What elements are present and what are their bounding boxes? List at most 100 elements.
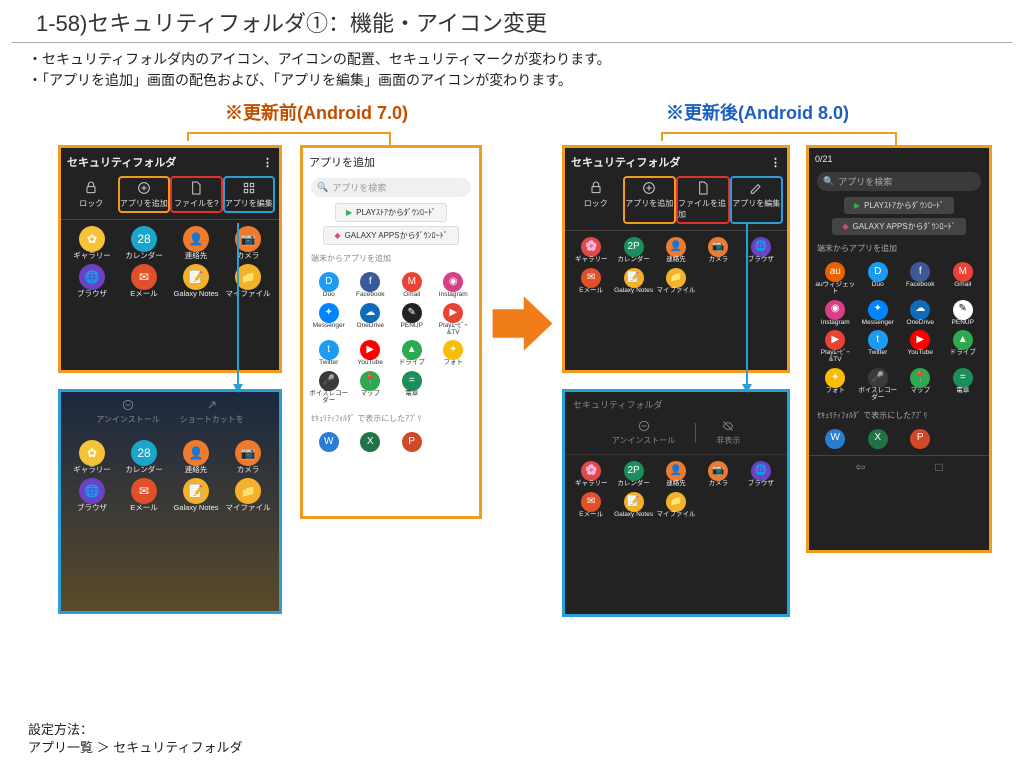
app-icon[interactable]: 📷 カメラ (698, 461, 738, 488)
app-icon[interactable]: = 電卓 (943, 368, 984, 402)
app-icon[interactable]: ✎ PENUP (392, 303, 432, 337)
nav-back-icon[interactable]: ⇦ (855, 460, 865, 474)
search-input[interactable]: 🔍アプリを検索 (817, 172, 981, 191)
counter: 0/21 (809, 148, 989, 168)
lock-button[interactable]: ロック (569, 176, 623, 224)
app-icon[interactable]: ✎ PENUP (943, 300, 984, 327)
app-icon[interactable]: ✦ Messenger (309, 303, 349, 337)
edit-app-button[interactable]: アプリを編集 (223, 176, 276, 213)
hide-button[interactable]: 非表示 (716, 419, 740, 446)
app-icon[interactable]: M Gmail (943, 262, 984, 296)
app-icon[interactable]: ▶ Playﾑｰﾋﾞｰ&TV (815, 330, 856, 364)
add-app-button[interactable]: アプリを追加 (118, 176, 171, 213)
app-icon[interactable]: ✿ ギャラリー (67, 226, 117, 260)
app-icon[interactable]: ✦ フォト (434, 340, 474, 367)
app-icon[interactable]: W (815, 429, 856, 449)
add-app-button[interactable]: アプリを追加 (623, 176, 677, 224)
app-icon[interactable]: ✉ Eメール (571, 268, 611, 295)
app-icon[interactable]: ▲ ドライブ (392, 340, 432, 367)
app-icon[interactable]: = 電卓 (392, 371, 432, 405)
app-icon[interactable]: P (392, 432, 432, 452)
add-file-button[interactable]: ファイルを? (170, 176, 223, 213)
app-icon[interactable]: 📷 カメラ (223, 440, 273, 474)
app-icon[interactable]: t Twitter (309, 340, 349, 367)
app-icon[interactable]: ◉ Instagram (434, 272, 474, 299)
app-label: ボイスレコーダー (858, 388, 899, 402)
app-icon[interactable]: ◉ Instagram (815, 300, 856, 327)
app-icon[interactable]: 📷 カメラ (223, 226, 273, 260)
uninstall-button[interactable]: アンインストール (96, 398, 160, 425)
app-icon[interactable]: 🌐 ブラウザ (67, 478, 117, 512)
menu-icon[interactable]: ⋮ (770, 156, 781, 169)
app-icon[interactable]: au auウィジェット (815, 262, 856, 296)
lock-button[interactable]: ロック (65, 176, 118, 213)
app-icon[interactable]: ▶ YouTube (351, 340, 391, 367)
app-icon[interactable]: 🌐 ブラウザ (67, 264, 117, 298)
app-icon[interactable]: 📝 Galaxy Notes (171, 478, 221, 512)
app-icon[interactable]: ▲ ドライブ (943, 330, 984, 364)
app-icon[interactable]: 📝 Galaxy Notes (613, 492, 653, 519)
app-icon[interactable]: 🌸 ギャラリー (571, 461, 611, 488)
app-icon[interactable]: ▶ YouTube (900, 330, 941, 364)
add-app-grid: D Duo f Facebook M Gmail ◉ Instagram ✦ M… (303, 266, 479, 411)
app-icon[interactable]: 🎤 ボイスレコーダー (309, 371, 349, 405)
app-icon[interactable]: 📁 マイファイル (223, 478, 273, 512)
app-icon[interactable]: 📷 カメラ (698, 237, 738, 264)
app-icon[interactable]: ✦ Messenger (858, 300, 899, 327)
app-icon[interactable]: ✉ Eメール (571, 492, 611, 519)
app-icon[interactable]: X (351, 432, 391, 452)
app-label: マップ (361, 391, 381, 398)
app-icon[interactable]: 🌐 ブラウザ (741, 461, 781, 488)
app-icon[interactable]: D Duo (858, 262, 899, 296)
search-input[interactable]: 🔍アプリを検索 (311, 178, 471, 197)
before-apps-grid: ✿ ギャラリー 28 カレンダー 👤 連絡先 📷 カメラ 🌐 ブラウザ ✉ Eメ… (61, 220, 279, 304)
app-icon[interactable]: ☁ OneDrive (351, 303, 391, 337)
add-file-button[interactable]: ファイルを追加 (676, 176, 730, 224)
app-icon[interactable]: 🌐 ブラウザ (741, 237, 781, 264)
app-icon[interactable]: ✉ Eメール (119, 264, 169, 298)
app-icon[interactable]: 📍 マップ (900, 368, 941, 402)
app-icon[interactable]: 28 カレンダー (119, 226, 169, 260)
app-icon[interactable]: 2P カレンダー (613, 237, 653, 264)
app-icon[interactable]: 🌸 ギャラリー (571, 237, 611, 264)
app-icon[interactable]: ▶ Playﾑｰﾋﾞｰ&TV (434, 303, 474, 337)
app-icon[interactable]: D Duo (309, 272, 349, 299)
app-icon[interactable]: 📁 マイファイル (656, 492, 696, 519)
shortcut-button[interactable]: ショートカットを (180, 398, 244, 425)
app-label: Galaxy Notes (614, 512, 653, 519)
app-icon[interactable]: 📁 マイファイル (656, 268, 696, 295)
app-icon[interactable]: 👤 連絡先 (171, 440, 221, 474)
app-label: Galaxy Notes (173, 504, 218, 512)
app-icon[interactable]: 📍 マップ (351, 371, 391, 405)
footer-line-1: 設定方法： (28, 721, 242, 739)
app-icon[interactable]: ☁ OneDrive (900, 300, 941, 327)
app-icon[interactable]: X (858, 429, 899, 449)
app-icon[interactable]: t Twitter (858, 330, 899, 364)
app-icon[interactable]: M Gmail (392, 272, 432, 299)
app-icon[interactable]: 2P カレンダー (613, 461, 653, 488)
app-icon[interactable]: 📁 マイファイル (223, 264, 273, 298)
app-icon[interactable]: ✦ フォト (815, 368, 856, 402)
app-icon[interactable]: 📝 Galaxy Notes (613, 268, 653, 295)
app-icon[interactable]: 🎤 ボイスレコーダー (858, 368, 899, 402)
play-store-button[interactable]: ▶PLAYｽﾄｱからﾀﾞｳﾝﾛｰﾄﾞ (335, 203, 447, 222)
heading-before: ※更新前(Android 7.0) (225, 99, 408, 125)
app-icon[interactable]: f Facebook (900, 262, 941, 296)
uninstall-button[interactable]: アンインストール (612, 419, 676, 446)
app-icon[interactable]: f Facebook (351, 272, 391, 299)
app-icon[interactable]: 28 カレンダー (119, 440, 169, 474)
app-icon[interactable]: 👤 連絡先 (656, 237, 696, 264)
nav-home-icon[interactable]: □ (935, 460, 942, 474)
app-icon[interactable]: ✉ Eメール (119, 478, 169, 512)
galaxy-apps-button[interactable]: ◆GALAXY APPSからﾀﾞｳﾝﾛｰﾄﾞ (832, 218, 965, 235)
edit-app-button[interactable]: アプリを編集 (730, 176, 784, 224)
play-store-button[interactable]: ▶PLAYｽﾄｱからﾀﾞｳﾝﾛｰﾄﾞ (844, 197, 954, 214)
app-icon[interactable]: P (900, 429, 941, 449)
menu-icon[interactable]: ⋮ (262, 156, 273, 169)
app-icon[interactable]: 👤 連絡先 (171, 226, 221, 260)
app-icon[interactable]: 👤 連絡先 (656, 461, 696, 488)
app-icon[interactable]: W (309, 432, 349, 452)
app-icon[interactable]: ✿ ギャラリー (67, 440, 117, 474)
app-icon[interactable]: 📝 Galaxy Notes (171, 264, 221, 298)
galaxy-apps-button[interactable]: ◆GALAXY APPSからﾀﾞｳﾝﾛｰﾄﾞ (323, 226, 458, 245)
